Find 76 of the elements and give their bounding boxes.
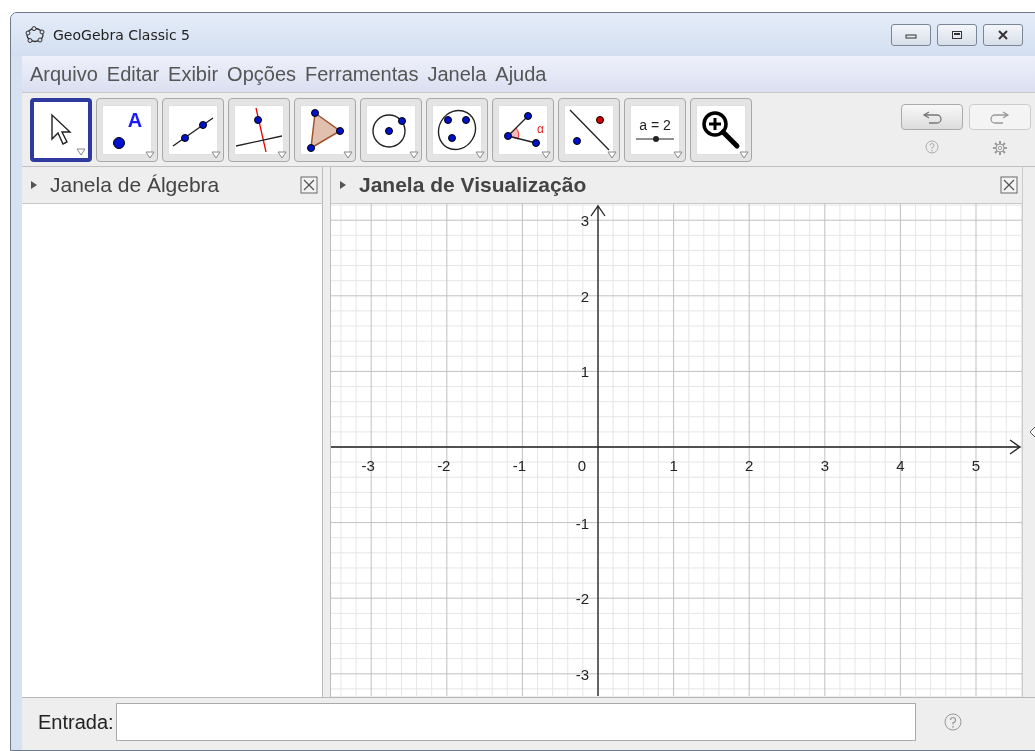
tool-button[interactable]: a = 2 — [624, 97, 686, 162]
undo-icon — [921, 109, 943, 124]
close-view-icon[interactable] — [1000, 176, 1018, 194]
slider-icon — [636, 134, 674, 143]
ellipse-icon — [436, 107, 478, 152]
dropdown-triangle-icon — [739, 150, 749, 159]
axis-tick-label: 3 — [580, 212, 589, 230]
tool-button[interactable]: A — [96, 97, 158, 162]
close-button[interactable] — [983, 23, 1023, 46]
tool-button[interactable] — [360, 97, 422, 162]
dropdown-triangle-icon — [343, 150, 353, 159]
tool-button[interactable] — [690, 97, 752, 162]
expand-triangle-icon[interactable] — [339, 180, 347, 190]
redo-icon — [989, 109, 1011, 124]
maximize-button[interactable] — [937, 23, 977, 46]
angle-label: α — [537, 121, 544, 136]
side-panel-toggle-icon[interactable] — [1029, 425, 1035, 439]
axis-tick-label: 5 — [971, 457, 981, 474]
axis-tick-label: -2 — [575, 590, 589, 608]
triangle-icon — [305, 107, 345, 152]
expand-triangle-icon[interactable] — [30, 180, 38, 190]
tool-button[interactable] — [294, 97, 356, 162]
tool-button[interactable] — [228, 97, 290, 162]
tool-button[interactable]: α — [492, 97, 554, 162]
input-field[interactable] — [115, 703, 916, 741]
menu-item[interactable]: Ferramentas — [305, 62, 419, 86]
close-view-icon[interactable] — [300, 176, 318, 194]
axis-tick-label: -1 — [575, 514, 589, 532]
tool-button[interactable] — [30, 97, 92, 162]
point-icon — [111, 135, 126, 150]
input-label: Entrada: — [38, 710, 114, 734]
point-label: A — [127, 109, 143, 130]
zoom-in-icon — [701, 109, 741, 150]
dropdown-triangle-icon — [76, 147, 86, 156]
slider-label: a = 2 — [639, 116, 671, 133]
axis-tick-label: 4 — [896, 457, 905, 474]
axis-tick-label: 0 — [577, 457, 587, 474]
reflect-point-icon — [567, 107, 611, 152]
dropdown-triangle-icon — [475, 150, 485, 159]
axis-tick-label: 2 — [580, 287, 589, 305]
menu-item[interactable]: Ajuda — [495, 62, 547, 86]
app-logo-icon — [25, 25, 45, 44]
menu-item[interactable]: Exibir — [168, 62, 219, 86]
axis-tick-label: -3 — [361, 457, 375, 474]
axis-tick-label: -3 — [575, 665, 589, 683]
menu-item[interactable]: Janela — [427, 62, 487, 86]
close-icon — [996, 29, 1010, 40]
dropdown-triangle-icon — [673, 150, 683, 159]
undo-button[interactable] — [901, 103, 963, 130]
axis-tick-label: -2 — [437, 457, 451, 474]
dropdown-triangle-icon — [211, 150, 221, 159]
axis-tick-label: 1 — [669, 457, 678, 474]
dropdown-triangle-icon — [541, 150, 551, 159]
tool-button[interactable] — [162, 97, 224, 162]
dropdown-triangle-icon — [409, 150, 419, 159]
graphics-view[interactable]: -3 -2 -1 0 1 2 3 4 5 3 2 1 -1 -2 -3 — [331, 204, 1022, 696]
axis-tick-label: -1 — [512, 457, 527, 474]
menu-item[interactable]: Arquivo — [30, 62, 98, 86]
menu-item[interactable]: Editar — [106, 62, 160, 86]
dropdown-triangle-icon — [145, 150, 155, 159]
maximize-icon — [951, 29, 963, 40]
menu-item[interactable]: Opções — [227, 62, 296, 86]
tool-button[interactable] — [558, 97, 620, 162]
axis-tick-label: 2 — [745, 457, 754, 474]
dropdown-triangle-icon — [277, 150, 287, 159]
dropdown-triangle-icon — [607, 150, 617, 159]
axis-tick-label: 3 — [820, 457, 829, 474]
view-title: Janela de Álgebra — [50, 173, 220, 197]
window-title: GeoGebra Classic 5 — [53, 26, 190, 43]
minimize-button[interactable] — [891, 23, 931, 46]
tool-button[interactable] — [426, 97, 488, 162]
cursor-arrow-icon — [50, 112, 72, 147]
perpendicular-line-icon — [236, 107, 282, 152]
axis-tick-label: 1 — [580, 363, 589, 381]
view-title: Janela de Visualização — [359, 173, 587, 197]
angle-icon — [504, 109, 542, 150]
